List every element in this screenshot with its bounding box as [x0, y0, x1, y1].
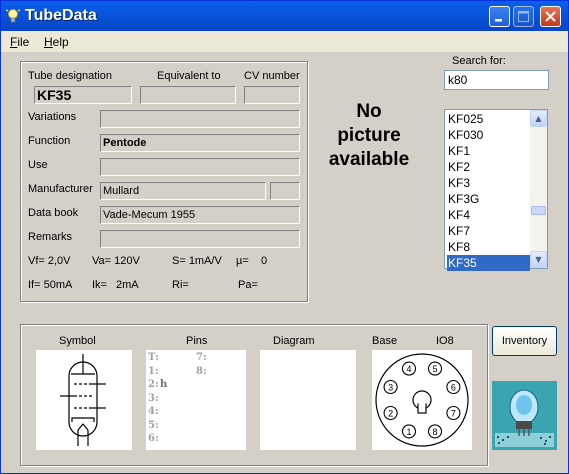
- list-item[interactable]: KF2: [447, 159, 528, 175]
- vf-value: Vf= 2,0V: [28, 255, 71, 267]
- minimize-icon: [495, 19, 502, 22]
- scroll-thumb[interactable]: [531, 206, 546, 215]
- list-item[interactable]: KF3G: [447, 191, 528, 207]
- scroll-down-button[interactable]: ▼: [530, 251, 547, 268]
- manufacturer-code-field[interactable]: [270, 182, 300, 200]
- va-value: Va= 120V: [92, 255, 140, 267]
- ik-value: 2mA: [116, 279, 139, 291]
- pin-number: 5:: [148, 419, 159, 431]
- pin-number: 4:: [148, 406, 159, 417]
- pin-number: 2:: [148, 379, 159, 390]
- pentode-symbol-icon: [60, 354, 106, 446]
- list-item[interactable]: KF3: [447, 175, 528, 191]
- diagram-panel: [260, 350, 356, 450]
- search-label: Search for:: [452, 55, 506, 67]
- mu-value: 0: [261, 255, 268, 267]
- ik-label: Ik=: [92, 279, 107, 291]
- list-item[interactable]: KF1: [447, 143, 528, 159]
- tube-logo-icon: [492, 381, 557, 450]
- list-item[interactable]: KF025: [447, 111, 528, 127]
- pin-number: 3:: [148, 392, 159, 404]
- variations-label: Variations: [28, 111, 77, 123]
- cv-number-label: CV number: [244, 70, 300, 82]
- tube-designation-label: Tube designation: [28, 70, 112, 82]
- use-field[interactable]: [100, 158, 300, 176]
- list-scrollbar[interactable]: ▲ ▼: [530, 110, 547, 268]
- no-picture-line2: picture: [337, 125, 401, 146]
- maximize-button[interactable]: [513, 6, 534, 27]
- scroll-up-button[interactable]: ▲: [530, 110, 547, 127]
- pins-panel: T: 1: 2: h 3: 4: 5: 6: 7: 8:: [146, 350, 246, 450]
- no-picture-line1: No: [356, 101, 382, 122]
- pin-number: 8:: [196, 365, 207, 377]
- base-pin-label: 4: [406, 364, 411, 374]
- base-pin-label: 8: [433, 427, 438, 437]
- mu-label: µ=: [236, 255, 249, 267]
- maximize-icon: [518, 11, 529, 22]
- inventory-button[interactable]: Inventory: [492, 326, 557, 356]
- pa-value: Pa=: [238, 279, 258, 291]
- list-item[interactable]: KF7: [447, 223, 528, 239]
- symbol-panel: [36, 350, 132, 450]
- variations-field[interactable]: [100, 110, 300, 128]
- title-bar[interactable]: TubeData: [1, 1, 568, 31]
- pin-number: 7:: [196, 352, 207, 363]
- base-diagram: 1 2 3 4 5 6 7 8: [375, 353, 469, 447]
- no-picture-line3: available: [328, 149, 410, 170]
- remarks-label: Remarks: [28, 231, 73, 243]
- list-item[interactable]: KF4: [447, 207, 528, 223]
- ri-value: Ri=: [172, 279, 189, 291]
- function-field[interactable]: Pentode: [100, 134, 300, 152]
- cv-number-field[interactable]: [244, 86, 300, 104]
- client-area: Tube designation Equivalent to CV number…: [1, 52, 568, 473]
- pin-number: T:: [148, 352, 159, 363]
- base-pin-label: 3: [388, 382, 393, 392]
- menu-bar: File Help: [1, 32, 568, 52]
- symbol-label: Symbol: [59, 335, 96, 347]
- base-pin-label: 7: [451, 409, 456, 419]
- equivalent-to-label: Equivalent to: [157, 70, 221, 82]
- databook-label: Data book: [28, 207, 79, 219]
- close-icon: [545, 11, 556, 22]
- bulb-icon: [6, 9, 20, 23]
- menu-file[interactable]: File: [10, 35, 29, 49]
- base-pin-label: 5: [433, 364, 438, 374]
- minimize-button[interactable]: [489, 6, 510, 27]
- if-value: If= 50mA: [28, 279, 73, 291]
- diagram-label: Diagram: [273, 335, 315, 347]
- pin-number: 6:: [148, 433, 159, 444]
- search-input[interactable]: k80: [444, 70, 549, 90]
- base-pin-label: 1: [406, 427, 411, 437]
- tube-designation-field[interactable]: KF35: [34, 86, 132, 104]
- no-picture-message: No picture available: [319, 100, 419, 172]
- app-window: TubeData File Help Tube designation Equi…: [0, 0, 569, 474]
- base-label: Base: [372, 335, 398, 347]
- base-panel: 1 2 3 4 5 6 7 8: [372, 350, 472, 450]
- s-value: S= 1mA/V: [172, 255, 222, 267]
- list-item[interactable]: KF8: [447, 239, 528, 255]
- close-button[interactable]: [540, 6, 561, 27]
- menu-help[interactable]: Help: [44, 35, 69, 49]
- window-title: TubeData: [25, 7, 97, 24]
- remarks-field[interactable]: [100, 230, 300, 248]
- base-pin-label: 6: [451, 382, 456, 392]
- tube-logo: [492, 381, 557, 450]
- pin-number: 1:: [148, 365, 159, 377]
- function-label: Function: [28, 135, 71, 147]
- pins-label: Pins: [186, 335, 208, 347]
- manufacturer-field[interactable]: Mullard: [100, 182, 266, 200]
- use-label: Use: [28, 159, 48, 171]
- list-item[interactable]: KF030: [447, 127, 528, 143]
- manufacturer-label: Manufacturer: [28, 183, 93, 195]
- base-type-label: IO8: [436, 335, 454, 347]
- base-pin-label: 2: [388, 409, 393, 419]
- list-item[interactable]: KF35: [447, 255, 530, 271]
- equivalent-to-field[interactable]: [140, 86, 236, 104]
- tube-list[interactable]: KF025 KF030 KF1 KF2 KF3 KF3G KF4 KF7 KF8 KF35 ▲ ▼: [444, 109, 548, 271]
- databook-field[interactable]: Vade-Mecum 1955: [100, 206, 300, 224]
- pin-function: h: [160, 379, 168, 390]
